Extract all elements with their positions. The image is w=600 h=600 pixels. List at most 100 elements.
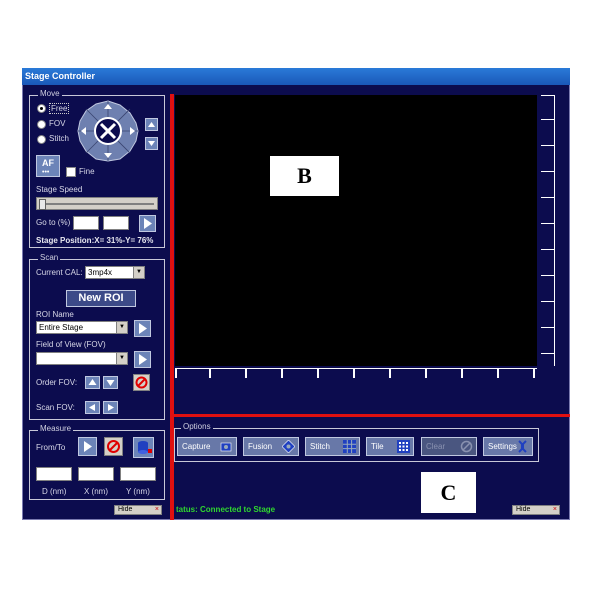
fine-checkbox[interactable] [66, 167, 76, 177]
options-legend: Options [181, 422, 213, 431]
ruler-tick [389, 368, 391, 378]
hide-left-button[interactable]: Hide × [114, 505, 162, 515]
hide-right-button[interactable]: Hide × [512, 505, 560, 515]
stage-speed-label: Stage Speed [36, 185, 83, 194]
no-symbol-icon [460, 440, 473, 453]
ruler-tick [541, 353, 555, 354]
roi-name-label: ROI Name [36, 310, 74, 319]
ruler-tick [425, 368, 427, 378]
radio-free-label: Free [49, 103, 70, 114]
ruler-tick [541, 95, 555, 96]
order-fov-clear-button[interactable] [133, 374, 150, 391]
tile-label: Tile [371, 442, 384, 451]
ruler-tick [497, 368, 499, 378]
ruler-tick [541, 145, 555, 146]
image-view[interactable] [175, 95, 537, 366]
move-legend: Move [38, 89, 62, 98]
ruler-tick [281, 368, 283, 378]
capture-icon [220, 442, 232, 452]
scan-fov-next-button[interactable] [103, 401, 118, 414]
z-up-button[interactable] [145, 118, 158, 131]
ruler-tick [461, 368, 463, 378]
ruler-line [554, 95, 555, 366]
down-arrow-icon [106, 380, 115, 386]
slider-thumb[interactable] [39, 199, 46, 210]
goto-label: Go to (%) [36, 218, 71, 227]
x-distance-field[interactable] [78, 467, 114, 481]
ruler-line [175, 368, 537, 369]
roi-go-button[interactable] [134, 320, 151, 337]
new-roi-label: New ROI [78, 292, 124, 304]
ruler-tick [175, 368, 177, 378]
hide-left-label: Hide [118, 506, 133, 513]
measure-start-button[interactable] [78, 437, 97, 456]
ruler-tick [533, 368, 535, 378]
measure-legend: Measure [38, 424, 74, 433]
new-roi-button[interactable]: New ROI [66, 290, 136, 307]
autofocus-button[interactable]: AF ••• [36, 155, 60, 177]
stage-speed-slider[interactable] [36, 197, 158, 210]
clear-button[interactable]: Clear [421, 437, 477, 456]
stage-position-readout: Stage Position:X= 31%-Y= 76% [36, 236, 154, 245]
horizontal-ruler [175, 368, 537, 380]
slider-track [40, 203, 154, 205]
fov-go-button[interactable] [134, 351, 151, 368]
ruler-tick [317, 368, 319, 378]
ruler-tick [541, 327, 555, 328]
y-distance-field[interactable] [120, 467, 156, 481]
tile-grid-icon [397, 440, 410, 453]
order-fov-up-button[interactable] [85, 376, 100, 389]
fusion-button[interactable]: Fusion [243, 437, 299, 456]
red-divider-horizontal [170, 414, 570, 417]
up-arrow-icon [88, 379, 97, 385]
capture-label: Capture [182, 442, 211, 451]
wrench-icon [518, 440, 527, 453]
scan-fov-prev-button[interactable] [85, 401, 100, 414]
ruler-tick [541, 275, 555, 276]
goto-x-field[interactable] [73, 216, 99, 230]
capture-button[interactable]: Capture [177, 437, 237, 456]
radio-fov[interactable] [37, 120, 46, 129]
status-text: tatus: Connected to Stage [176, 505, 276, 514]
fusion-diamond-icon [282, 440, 295, 453]
goto-button[interactable] [139, 215, 156, 232]
radio-stitch[interactable] [37, 135, 46, 144]
z-down-button[interactable] [145, 137, 158, 150]
radio-free[interactable] [37, 104, 46, 113]
stitch-button[interactable]: Stitch [305, 437, 360, 456]
vertical-ruler [541, 95, 556, 366]
x-distance-label: X (nm) [84, 487, 108, 496]
distance-field[interactable] [36, 467, 72, 481]
ruler-tick [541, 197, 555, 198]
no-symbol-icon [135, 376, 148, 389]
measure-clear-button[interactable] [104, 437, 123, 456]
cal-select[interactable]: 3mp4x ▼ [85, 266, 145, 279]
tile-button[interactable]: Tile [366, 437, 414, 456]
fusion-label: Fusion [248, 442, 273, 451]
ruler-tick [209, 368, 211, 378]
chevron-down-icon: ▼ [133, 267, 144, 278]
ruler-tick [541, 301, 555, 302]
annotation-label-b: B [270, 156, 339, 196]
roi-name-select[interactable]: Entire Stage ▼ [36, 321, 128, 334]
play-arrow-icon [84, 441, 92, 452]
goto-y-field[interactable] [103, 216, 129, 230]
ruler-tick [541, 119, 555, 120]
fov-label: Field of View (FOV) [36, 340, 106, 349]
database-icon [138, 441, 152, 454]
settings-button[interactable]: Settings [483, 437, 533, 456]
chevron-down-icon: ▼ [116, 353, 127, 364]
from-to-label: From/To [36, 443, 66, 452]
measure-save-button[interactable] [133, 437, 154, 458]
settings-label: Settings [488, 442, 517, 451]
order-fov-down-button[interactable] [103, 376, 118, 389]
hide-right-label: Hide [516, 506, 531, 513]
down-arrow-icon [148, 141, 155, 146]
autofocus-dots-icon: ••• [42, 169, 50, 176]
fov-select[interactable]: ▼ [36, 352, 128, 365]
direction-pad[interactable] [76, 99, 140, 163]
up-arrow-icon [148, 122, 155, 127]
close-icon: × [154, 506, 159, 513]
scan-fov-label: Scan FOV: [36, 403, 75, 412]
ruler-tick [541, 171, 555, 172]
